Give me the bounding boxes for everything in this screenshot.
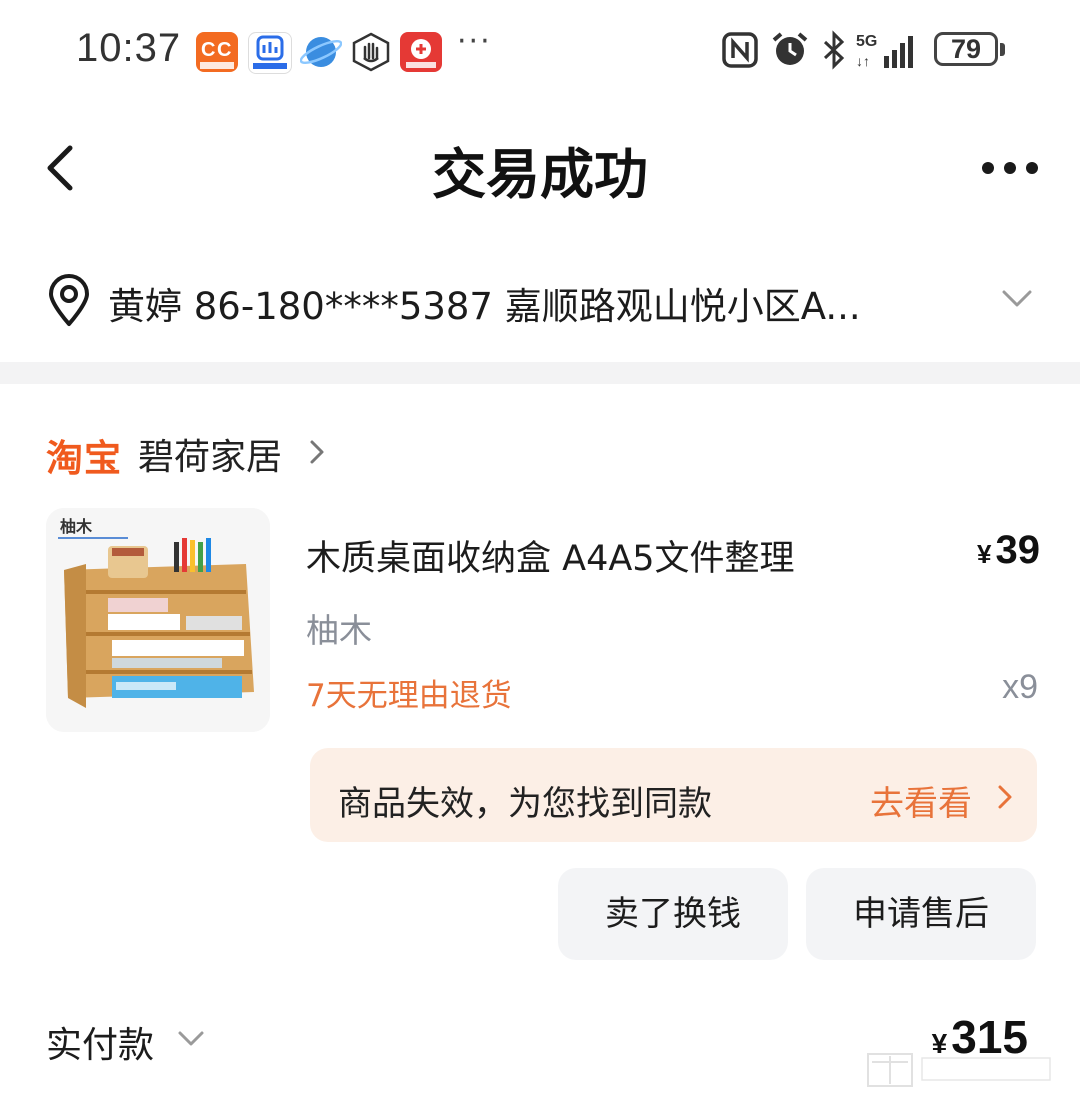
- more-dots-icon: [982, 162, 1038, 174]
- price-symbol: ¥: [977, 539, 992, 569]
- svg-text:C: C: [201, 39, 215, 61]
- status-bar: 10:37 CC ··· 5G ↓↑ 79: [0, 0, 1080, 100]
- watermark-logo: [866, 1048, 1056, 1090]
- image-spec-label: 柚木: [60, 517, 93, 536]
- 5g-signal-icon: 5G ↓↑: [856, 30, 916, 74]
- desk-organizer-picture: 柚木: [46, 508, 270, 732]
- product-quantity: x9: [1002, 668, 1038, 706]
- more-notifications-icon: ···: [457, 24, 492, 59]
- svg-text:5G: 5G: [856, 33, 877, 50]
- after-sale-button[interactable]: 申请售后: [806, 868, 1036, 960]
- notice-text: 商品失效，为您找到同款: [338, 784, 712, 824]
- battery-indicator: 79: [934, 32, 998, 66]
- pinduoduo-icon: [400, 32, 442, 72]
- status-time: 10:37: [76, 26, 182, 70]
- address-expand-button[interactable]: [1000, 286, 1034, 312]
- actual-payment-label[interactable]: 实付款: [46, 1016, 154, 1068]
- douyin-mall-icon: [248, 32, 292, 74]
- alarm-icon: [770, 30, 810, 74]
- go-see-link[interactable]: 去看看: [870, 776, 972, 825]
- shipping-address[interactable]: 黄婷 86-180****5387 嘉顺路观山悦小区A...: [108, 276, 988, 330]
- nfc-icon: [722, 30, 758, 74]
- page-title: 交易成功: [432, 143, 648, 206]
- taobao-logo: 淘宝: [46, 437, 122, 480]
- payment-expand-button[interactable]: [176, 1028, 206, 1050]
- chevron-left-icon: [47, 145, 73, 191]
- notice-chevron[interactable]: [995, 782, 1015, 812]
- shop-link-chevron[interactable]: [306, 436, 328, 468]
- location-pin-icon: [46, 274, 92, 328]
- sell-for-cash-button[interactable]: 卖了换钱: [558, 868, 788, 960]
- svg-text:C: C: [217, 39, 231, 61]
- hand-icon: [350, 32, 392, 72]
- product-image[interactable]: 柚木: [46, 508, 270, 732]
- chevron-right-icon: [998, 785, 1012, 809]
- return-policy-tag: 7天无理由退货: [306, 678, 512, 714]
- more-options-button[interactable]: [978, 156, 1042, 180]
- product-price: ¥39: [930, 528, 1040, 573]
- svg-text:↓↑: ↓↑: [856, 53, 870, 69]
- chevron-down-icon: [178, 1031, 204, 1046]
- back-button[interactable]: [40, 142, 80, 194]
- bluetooth-icon: [820, 30, 848, 74]
- chevron-down-icon: [1002, 290, 1032, 307]
- product-title[interactable]: 木质桌面收纳盒 A4A5文件整理: [306, 530, 795, 581]
- battery-tip: [1000, 43, 1005, 56]
- shop-name[interactable]: 碧荷家居: [138, 428, 282, 480]
- 1688-app-icon: CC: [196, 32, 238, 72]
- price-value: 39: [995, 528, 1041, 572]
- chevron-right-icon: [310, 440, 324, 464]
- browser-icon: [299, 32, 343, 72]
- section-divider: [0, 362, 1080, 384]
- product-spec: 柚木: [306, 611, 372, 650]
